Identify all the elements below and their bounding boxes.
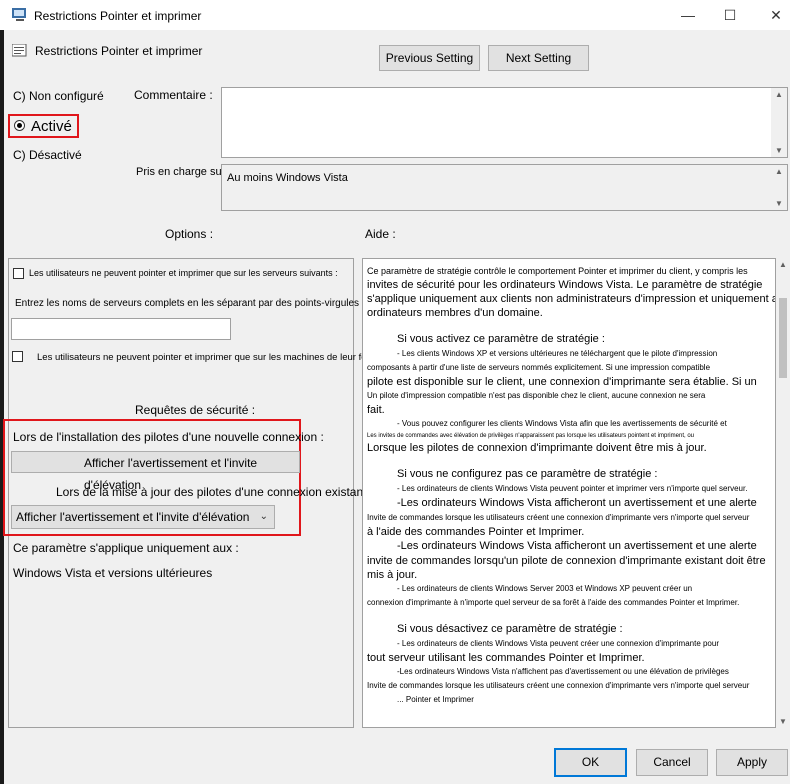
help-line: -Les ordinateurs Windows Vista affichero…	[397, 540, 757, 552]
checkbox-allowed-servers[interactable]	[13, 268, 24, 279]
scroll-up-icon[interactable]: ▲	[776, 260, 790, 269]
chevron-down-icon: ⌄	[259, 511, 268, 522]
supported-value: Au moins Windows Vista	[227, 172, 348, 184]
help-line: Lorsque les pilotes de connexion d'impri…	[367, 442, 707, 454]
policy-setting-icon	[12, 44, 27, 57]
update-prompt-dropdown[interactable]: Afficher l'avertissement et l'invite d'é…	[11, 505, 275, 529]
checkbox-allowed-servers-label: Les utilisateurs ne peuvent pointer et i…	[29, 268, 338, 278]
left-edge	[0, 30, 4, 784]
update-prompt-value: Afficher l'avertissement et l'invite d'é…	[16, 510, 250, 524]
update-label: Lors de la mise à jour des pilotes d'une…	[56, 485, 380, 499]
help-line: Invite de commandes lorsque les utilisat…	[367, 513, 750, 522]
help-line: tout serveur utilisant les commandes Poi…	[367, 652, 645, 664]
next-setting-button[interactable]: Next Setting	[488, 45, 589, 71]
help-line: Si vous désactivez ce paramètre de strat…	[397, 623, 623, 635]
servers-label: Entrez les noms de serveurs complets en …	[15, 298, 360, 309]
help-line: - Les clients Windows XP et versions ult…	[397, 349, 718, 358]
help-line: Ce paramètre de stratégie contrôle le co…	[367, 266, 748, 276]
help-line: invite de commandes lorsqu'un pilote de …	[367, 555, 766, 567]
help-line: -Les ordinateurs Windows Vista affichero…	[397, 497, 757, 509]
help-line: Si vous ne configurez pas ce paramètre d…	[397, 468, 658, 480]
cancel-button[interactable]: Cancel	[636, 749, 708, 776]
scroll-down-icon[interactable]: ▼	[771, 146, 787, 155]
radio-enabled-label[interactable]: Activé	[31, 118, 72, 135]
radio-enabled-button[interactable]	[14, 120, 25, 131]
help-line: Les invites de commandes avec élévation …	[367, 433, 694, 439]
install-label: Lors de l'installation des pilotes d'une…	[13, 430, 324, 444]
help-text: Ce paramètre de stratégie contrôle le co…	[367, 265, 776, 707]
help-scrollbar[interactable]: ▲ ▼	[776, 258, 790, 728]
maximize-button[interactable]: ☐	[710, 3, 750, 27]
help-line: - Les ordinateurs de clients Windows Vis…	[397, 639, 719, 648]
supported-label: Pris en charge sur :	[136, 166, 232, 178]
help-line: invites de sécurité pour les ordinateurs…	[367, 279, 763, 291]
servers-input[interactable]	[11, 318, 231, 340]
supported-scrollbar[interactable]: ▲ ▼	[771, 165, 787, 210]
window-title: Restrictions Pointer et imprimer	[34, 9, 202, 23]
scroll-down-icon[interactable]: ▼	[776, 717, 790, 726]
help-line: Invite de commandes lorsque les utilisat…	[367, 681, 750, 690]
install-prompt-field[interactable]: Afficher l'avertissement et l'invite d'é…	[11, 451, 300, 492]
apply-button[interactable]: Apply	[716, 749, 788, 776]
help-line: connexion d'imprimante à n'importe quel …	[367, 598, 740, 607]
help-line: ... Pointer et Imprimer	[397, 695, 474, 704]
supported-field: Au moins Windows Vista ▲ ▼	[221, 164, 788, 211]
minimize-button[interactable]: —	[668, 3, 708, 27]
policy-app-icon	[12, 8, 26, 21]
radio-not-configured[interactable]: C) Non configuré	[13, 89, 104, 103]
scroll-up-icon[interactable]: ▲	[771, 167, 787, 176]
help-line	[367, 610, 759, 622]
help-line: pilote est disponible sur le client, une…	[367, 376, 757, 388]
scroll-down-icon[interactable]: ▼	[771, 199, 787, 208]
help-line: composants à partir d'une liste de serve…	[367, 363, 711, 372]
options-heading: Options :	[165, 227, 214, 241]
help-line: ordinateurs membres d'un domaine.	[367, 307, 543, 319]
help-line: - Vous pouvez configurer les clients Win…	[397, 419, 727, 428]
help-line: fait.	[367, 404, 385, 416]
applies-label: Ce paramètre s'applique uniquement aux :	[13, 541, 239, 555]
help-line: - Les ordinateurs de clients Windows Ser…	[397, 584, 693, 593]
security-heading: Requêtes de sécurité :	[135, 403, 256, 417]
checkbox-forest-only-label: Les utilisateurs ne peuvent pointer et i…	[37, 352, 378, 363]
radio-disabled[interactable]: C) Désactivé	[13, 148, 82, 162]
help-line: à l'aide des commandes Pointer et Imprim…	[367, 526, 585, 538]
checkbox-forest-only[interactable]	[12, 351, 23, 362]
comment-label: Commentaire :	[134, 88, 213, 102]
help-line: - Les ordinateurs de clients Windows Vis…	[397, 484, 748, 493]
help-heading: Aide :	[365, 227, 396, 241]
previous-setting-button[interactable]: Previous Setting	[379, 45, 480, 71]
help-panel: Ce paramètre de stratégie contrôle le co…	[362, 258, 776, 728]
applies-value: Windows Vista et versions ultérieures	[13, 566, 213, 580]
scroll-thumb[interactable]	[779, 298, 787, 378]
comment-scrollbar[interactable]: ▲ ▼	[771, 88, 787, 157]
help-line: mis à jour.	[367, 569, 418, 581]
scroll-up-icon[interactable]: ▲	[771, 90, 787, 99]
comment-field[interactable]: ▲ ▼	[221, 87, 788, 158]
close-button[interactable]: ✕	[756, 3, 790, 27]
help-line	[367, 320, 759, 332]
title-bar: Restrictions Pointer et imprimer — ☐ ✕	[0, 0, 790, 30]
policy-name: Restrictions Pointer et imprimer	[35, 44, 203, 58]
help-line: Un pilote d'impression compatible n'est …	[367, 391, 706, 400]
help-line: Si vous activez ce paramètre de stratégi…	[397, 333, 605, 345]
help-line: s'applique uniquement aux clients non ad…	[367, 293, 776, 305]
help-line: -Les ordinateurs Windows Vista n'affiche…	[397, 667, 729, 676]
ok-button[interactable]: OK	[554, 748, 627, 777]
help-line	[367, 455, 759, 467]
